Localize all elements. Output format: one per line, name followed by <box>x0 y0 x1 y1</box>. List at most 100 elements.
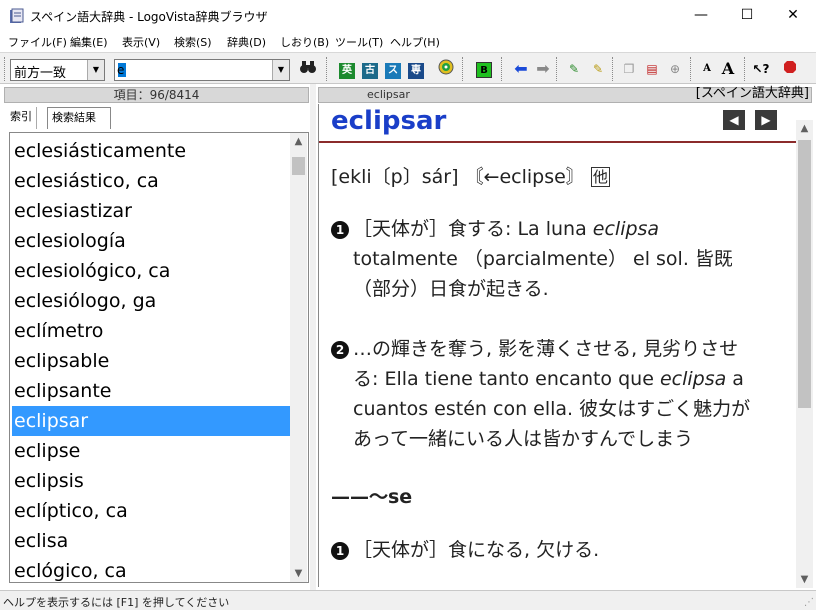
menu-help[interactable]: ヘルプ(H) <box>390 34 440 50</box>
list-item[interactable]: eclíptico, ca <box>12 496 290 526</box>
list-item[interactable]: eclesiástico, ca <box>12 166 290 196</box>
sense-1: 1 ［天体が］食する: La luna eclipsa totalmente （p… <box>331 214 733 304</box>
resize-grip-icon[interactable]: ⋰ <box>804 597 814 608</box>
maximize-button[interactable]: ☐ <box>724 0 770 31</box>
scroll-thumb[interactable] <box>798 140 811 408</box>
copy-icon[interactable]: ❐ <box>619 59 639 79</box>
menu-view[interactable]: 表示(V) <box>122 34 160 50</box>
forward-arrow-icon[interactable]: ➡ <box>533 59 553 79</box>
stop-icon[interactable] <box>780 59 800 79</box>
kanji-icon[interactable]: 専 <box>406 59 426 79</box>
list-item[interactable]: eclesiología <box>12 226 290 256</box>
status-text: ヘルプを表示するには [F1] を押してください <box>3 596 230 609</box>
example-keyword: eclipsa <box>659 368 727 390</box>
sense-number-badge: 1 <box>331 542 349 560</box>
header-word: eclipsar <box>367 88 410 101</box>
list-item-selected[interactable]: eclipsar <box>12 406 290 436</box>
list-item[interactable]: eclógico, ca <box>12 556 290 582</box>
chevron-down-icon[interactable]: ▼ <box>87 60 104 80</box>
tab-index[interactable]: 索引 <box>6 107 37 129</box>
dictionary-icon[interactable]: 英 <box>337 59 357 79</box>
phrase-heading: ——～se <box>331 486 413 508</box>
search-input-box[interactable]: ▼ <box>114 59 290 81</box>
menu-bar: ファイル(F) 編集(E) 表示(V) 検索(S) 辞典(D) しおり(B) ツ… <box>0 31 816 51</box>
etymology: 〘←eclipse〙 <box>464 166 585 188</box>
menu-tools[interactable]: ツール(T) <box>335 34 383 50</box>
example-text: る: Ella tiene tanto encanto que <box>353 368 660 390</box>
scroll-down-icon[interactable]: ▼ <box>290 565 307 582</box>
tab-search-results[interactable]: 検索結果 <box>47 107 111 129</box>
list-item[interactable]: eclipsante <box>12 376 290 406</box>
toolbar-grip[interactable] <box>690 57 693 81</box>
dictionary-name: [スペイン語大辞典] <box>695 86 809 101</box>
previous-entry-button[interactable]: ◀ <box>723 110 745 130</box>
sense-definition: …の輝きを奪う, 影を薄くさせる, 見劣りさせ <box>353 338 739 360</box>
list-item[interactable]: eclesiológico, ca <box>12 256 290 286</box>
example-translation: （部分）日食が起きる. <box>353 278 549 300</box>
marker-icon[interactable]: ✎ <box>588 59 608 79</box>
example-text: La luna <box>517 218 593 240</box>
sense-3: 1 ［天体が］食になる, 欠ける. <box>331 535 599 565</box>
x-icon[interactable]: ス <box>383 59 403 79</box>
toolbar-grip[interactable] <box>744 57 747 81</box>
pronunciation: [ekli〔p〕sár] <box>331 166 459 188</box>
menu-bookmarks[interactable]: しおり(B) <box>280 34 329 50</box>
highlighter-icon[interactable]: ✎ <box>564 59 584 79</box>
header-rule <box>319 141 796 143</box>
font-smaller-icon[interactable]: A <box>697 59 717 79</box>
toolbar-grip[interactable] <box>462 57 465 81</box>
transitive-tag: 他 <box>590 167 610 187</box>
list-item[interactable]: eclipsable <box>12 346 290 376</box>
list-item[interactable]: eclisa <box>12 526 290 556</box>
history-icon[interactable]: ▤ <box>642 59 662 79</box>
window-title: スペイン語大辞典 - LogoVista辞典ブラウザ <box>30 10 268 24</box>
toolbar-grip[interactable] <box>326 57 329 81</box>
bookmark-icon[interactable]: B <box>474 59 494 79</box>
close-button[interactable]: ✕ <box>770 0 816 31</box>
chevron-down-icon[interactable]: ▼ <box>272 60 289 80</box>
example-text: a <box>726 368 744 390</box>
item-count-header: 項目：96/8414 <box>4 87 309 103</box>
toolbar-grip[interactable] <box>4 57 7 81</box>
toolbar-grip[interactable] <box>556 57 559 81</box>
list-item[interactable]: eclipsis <box>12 466 290 496</box>
menu-dictionary[interactable]: 辞典(D) <box>227 34 266 50</box>
example-text: totalmente （parcialmente） el sol. 皆既 <box>353 248 733 270</box>
list-item[interactable]: eclesiastizar <box>12 196 290 226</box>
classic-dictionary-icon[interactable]: 古 <box>360 59 380 79</box>
list-item[interactable]: eclipse <box>12 436 290 466</box>
help-pointer-icon[interactable]: ↖? <box>751 59 771 79</box>
menu-file[interactable]: ファイル(F) <box>8 34 67 50</box>
status-bar: ヘルプを表示するには [F1] を押してください ⋰ <box>0 590 816 610</box>
title-bar: スペイン語大辞典 - LogoVista辞典ブラウザ — ☐ ✕ <box>0 0 816 31</box>
scroll-down-icon[interactable]: ▼ <box>796 571 813 588</box>
zoom-icon[interactable]: ⊕ <box>665 59 685 79</box>
cd-icon[interactable] <box>436 59 456 79</box>
list-item[interactable]: eclímetro <box>12 316 290 346</box>
toolbar-grip[interactable] <box>501 57 504 81</box>
minimize-button[interactable]: — <box>678 0 724 31</box>
scroll-thumb[interactable] <box>292 157 305 175</box>
sense-label: ［天体が］食する: <box>353 218 512 240</box>
menu-edit[interactable]: 編集(E) <box>70 34 108 50</box>
pane-splitter[interactable] <box>310 84 316 590</box>
result-list[interactable]: eclesiásticamente eclesiástico, ca ecles… <box>9 132 309 583</box>
headword: eclipsar <box>331 106 447 136</box>
toolbar-grip[interactable] <box>612 57 615 81</box>
next-entry-button[interactable]: ▶ <box>755 110 777 130</box>
binoculars-icon[interactable] <box>298 59 318 79</box>
search-input[interactable] <box>117 62 267 78</box>
scroll-up-icon[interactable]: ▲ <box>290 133 307 150</box>
entry-content: eclipsar ◀ ▶ [ekli〔p〕sár] 〘←eclipse〙 他 1… <box>318 104 796 587</box>
list-scrollbar[interactable]: ▲ ▼ <box>290 133 307 582</box>
scroll-up-icon[interactable]: ▲ <box>796 120 813 137</box>
app-icon <box>10 8 24 23</box>
search-mode-select[interactable]: 前方一致 ▼ <box>10 59 105 81</box>
content-scrollbar[interactable]: ▲ ▼ <box>796 120 813 588</box>
menu-search[interactable]: 検索(S) <box>174 34 212 50</box>
back-arrow-icon[interactable]: ⬅ <box>511 59 531 79</box>
list-item[interactable]: eclesiólogo, ga <box>12 286 290 316</box>
list-item[interactable]: eclesiásticamente <box>12 136 290 166</box>
sense-number-badge: 1 <box>331 221 349 239</box>
font-larger-icon[interactable]: A <box>718 59 738 79</box>
